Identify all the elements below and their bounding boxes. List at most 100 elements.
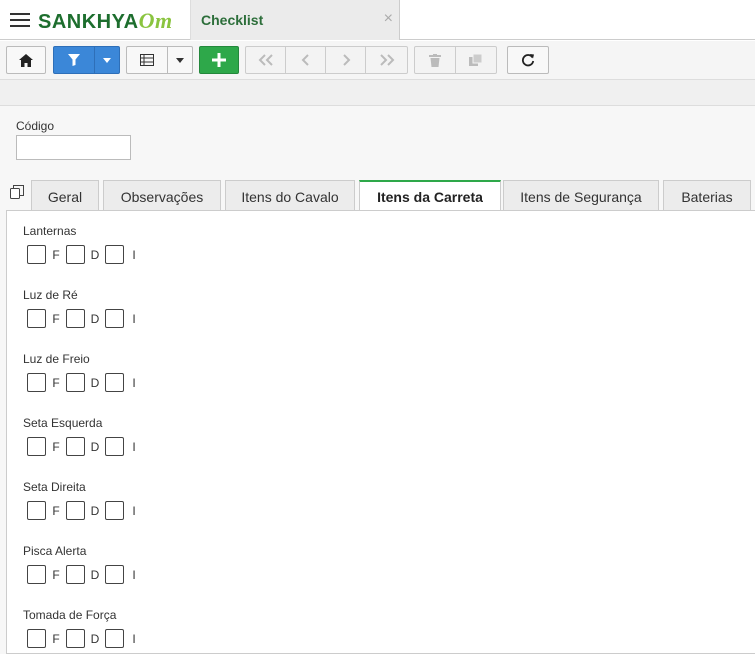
- option-label-d: D: [90, 375, 100, 390]
- option-label-d: D: [90, 439, 100, 454]
- item-label: Luz de Freio: [23, 352, 90, 366]
- checkbox-d[interactable]: [66, 309, 85, 328]
- checkbox-i[interactable]: [105, 565, 124, 584]
- checklist-item: Seta Direita F D I: [23, 480, 144, 520]
- tab-geral[interactable]: Geral: [31, 180, 99, 210]
- grid-icon: [140, 54, 154, 66]
- option-label-i: I: [132, 631, 136, 646]
- option-label-i: I: [132, 311, 136, 326]
- option-label-f: F: [52, 503, 60, 518]
- checklist-item: Tomada de Força F D I: [23, 608, 144, 648]
- option-row: F D I: [27, 629, 144, 648]
- tab-itens-da-carreta[interactable]: Itens da Carreta: [359, 180, 501, 211]
- checkbox-f[interactable]: [27, 437, 46, 456]
- grid-view-button[interactable]: [126, 46, 168, 74]
- delete-button[interactable]: [414, 46, 456, 74]
- checkbox-f[interactable]: [27, 245, 46, 264]
- next-record-button[interactable]: [325, 46, 366, 74]
- option-label-i: I: [132, 503, 136, 518]
- checklist-item: Luz de Freio F D I: [23, 352, 144, 392]
- checkbox-i[interactable]: [105, 501, 124, 520]
- option-label-i: I: [132, 567, 136, 582]
- checkbox-d[interactable]: [66, 437, 85, 456]
- item-label: Seta Esquerda: [23, 416, 103, 430]
- tab-itens-de-seguranca[interactable]: Itens de Segurança: [503, 180, 659, 210]
- item-label: Lanternas: [23, 224, 77, 238]
- close-icon[interactable]: ×: [384, 10, 393, 28]
- previous-record-button[interactable]: [285, 46, 326, 74]
- checkbox-i[interactable]: [105, 373, 124, 392]
- checkbox-i[interactable]: [105, 245, 124, 264]
- checkbox-d[interactable]: [66, 501, 85, 520]
- option-row: F D I: [27, 373, 144, 392]
- form-content: Código Geral Observações Itens do Cavalo…: [0, 106, 755, 654]
- logo-text: SANKHYA: [38, 11, 139, 33]
- chevron-right-icon: [342, 54, 350, 66]
- duplicate-button[interactable]: [455, 46, 497, 74]
- double-chevron-right-icon: [379, 54, 394, 66]
- option-label-d: D: [90, 247, 100, 262]
- option-label-i: I: [132, 439, 136, 454]
- filter-icon: [68, 54, 80, 66]
- checkbox-f[interactable]: [27, 501, 46, 520]
- checkbox-d[interactable]: [66, 629, 85, 648]
- filter-button[interactable]: [53, 46, 95, 74]
- window-tab-checklist[interactable]: Checklist ×: [190, 0, 400, 40]
- caret-down-icon: [103, 57, 111, 63]
- item-label: Pisca Alerta: [23, 544, 87, 558]
- refresh-button[interactable]: [507, 46, 549, 74]
- first-record-button[interactable]: [245, 46, 286, 74]
- logo: SANKHYAOm: [38, 8, 173, 34]
- info-strip: [0, 80, 755, 106]
- tab-baterias[interactable]: Baterias: [663, 180, 751, 210]
- option-row: F D I: [27, 501, 144, 520]
- window-tab-title: Checklist: [201, 12, 264, 28]
- home-icon: [19, 53, 33, 67]
- option-row: F D I: [27, 565, 144, 584]
- hamburger-menu-icon[interactable]: [10, 13, 30, 27]
- double-chevron-left-icon: [258, 54, 273, 66]
- checklist-item: Lanternas F D I: [23, 224, 144, 264]
- trash-icon: [429, 53, 441, 67]
- plus-icon: [212, 53, 226, 67]
- tab-observacoes[interactable]: Observações: [103, 180, 221, 210]
- home-button[interactable]: [6, 46, 46, 74]
- checkbox-i[interactable]: [105, 437, 124, 456]
- last-record-button[interactable]: [365, 46, 408, 74]
- checkbox-f[interactable]: [27, 629, 46, 648]
- option-label-f: F: [52, 631, 60, 646]
- checkbox-f[interactable]: [27, 565, 46, 584]
- checklist-item: Luz de Ré F D I: [23, 288, 144, 328]
- checkbox-i[interactable]: [105, 309, 124, 328]
- checklist-item: Pisca Alerta F D I: [23, 544, 144, 584]
- checklist-item: Seta Esquerda F D I: [23, 416, 144, 456]
- refresh-icon: [522, 54, 535, 67]
- option-label-d: D: [90, 503, 100, 518]
- top-bar: SANKHYAOm Checklist ×: [0, 0, 755, 40]
- option-label-d: D: [90, 311, 100, 326]
- option-label-i: I: [132, 247, 136, 262]
- option-row: F D I: [27, 245, 144, 264]
- logo-suffix: Om: [138, 8, 173, 33]
- checkbox-f[interactable]: [27, 373, 46, 392]
- checkbox-i[interactable]: [105, 629, 124, 648]
- option-label-f: F: [52, 567, 60, 582]
- codigo-input[interactable]: [16, 135, 131, 160]
- tab-itens-do-cavalo[interactable]: Itens do Cavalo: [225, 180, 355, 210]
- option-label-f: F: [52, 375, 60, 390]
- item-label: Tomada de Força: [23, 608, 117, 622]
- option-label-i: I: [132, 375, 136, 390]
- checkbox-f[interactable]: [27, 309, 46, 328]
- grid-dropdown-button[interactable]: [167, 46, 193, 74]
- option-row: F D I: [27, 309, 144, 328]
- copy-icon[interactable]: [10, 185, 24, 204]
- add-button[interactable]: [199, 46, 239, 74]
- item-label: Luz de Ré: [23, 288, 78, 302]
- copy-icon: [469, 54, 483, 66]
- option-row: F D I: [27, 437, 144, 456]
- checkbox-d[interactable]: [66, 245, 85, 264]
- option-label-d: D: [90, 631, 100, 646]
- checkbox-d[interactable]: [66, 373, 85, 392]
- checkbox-d[interactable]: [66, 565, 85, 584]
- filter-dropdown-button[interactable]: [94, 46, 120, 74]
